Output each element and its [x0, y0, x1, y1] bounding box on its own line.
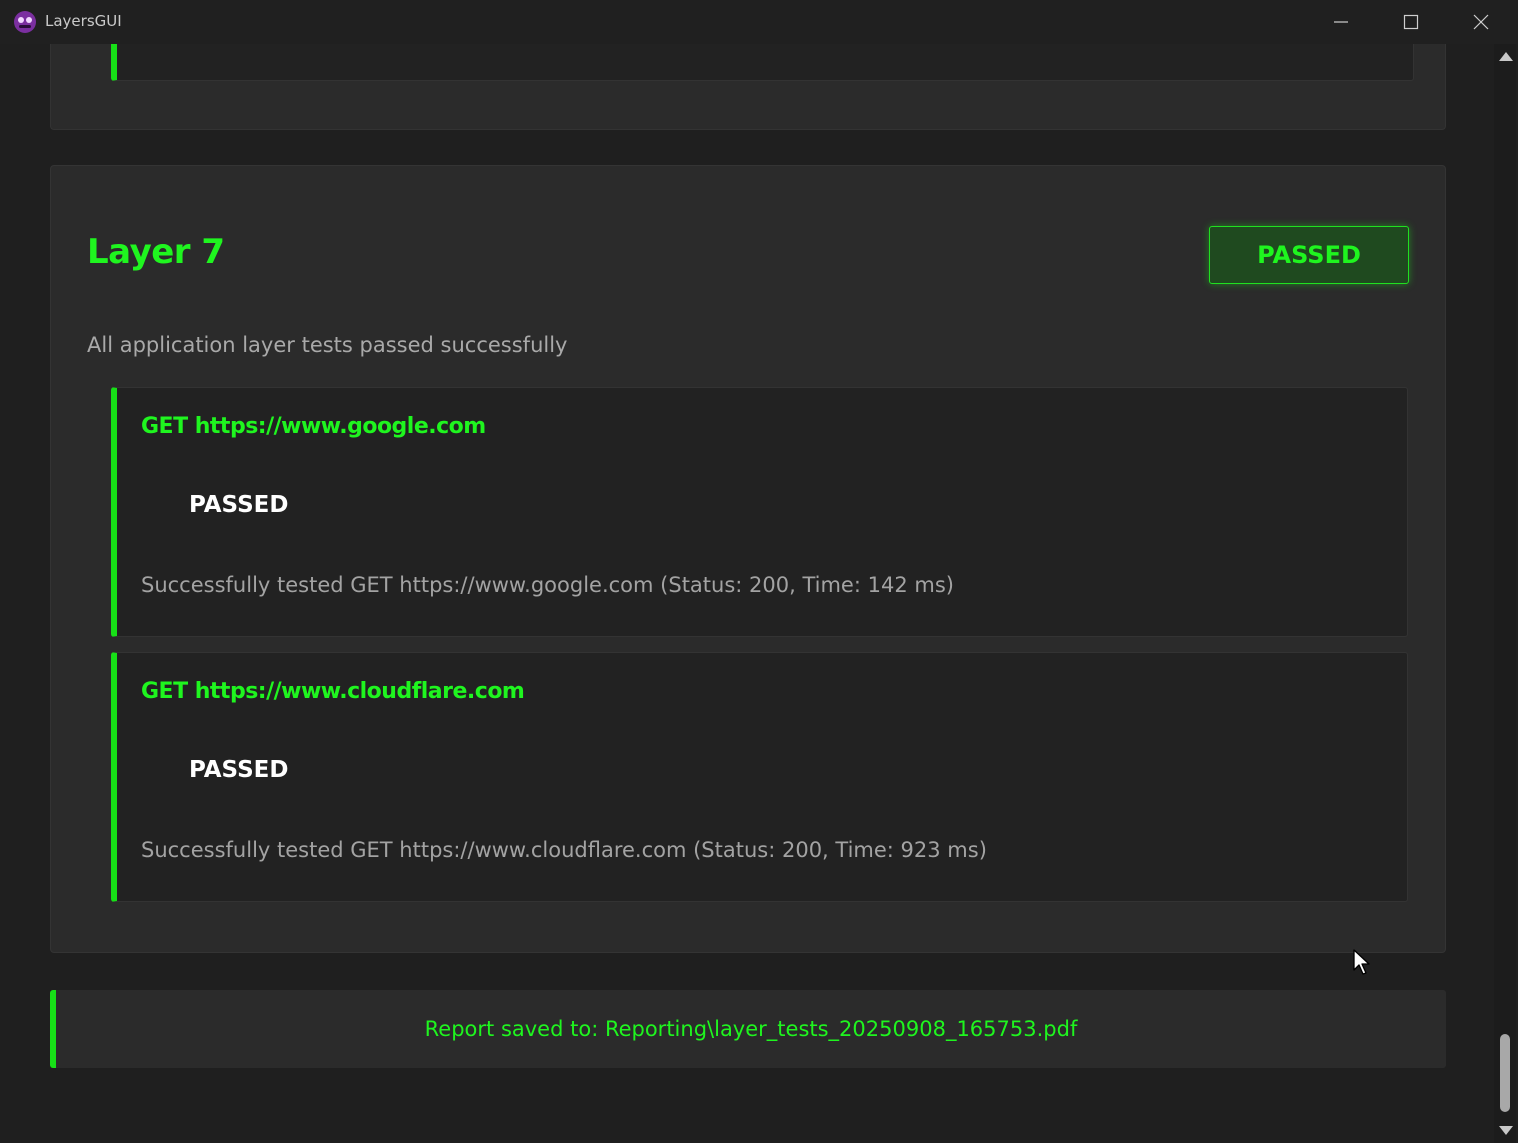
close-icon	[1473, 14, 1489, 30]
layer-description: All application layer tests passed succe…	[87, 333, 568, 357]
close-button[interactable]	[1446, 0, 1516, 44]
test-item: GET https://www.google.com PASSED Succes…	[111, 387, 1408, 637]
test-status: PASSED	[189, 492, 289, 518]
scroll-up-arrow-icon[interactable]	[1499, 52, 1513, 61]
maximize-button[interactable]	[1376, 0, 1446, 44]
mouse-cursor-icon	[1353, 949, 1370, 975]
window-title: LayersGUI	[45, 12, 122, 30]
test-detail: Successfully tested GET https://www.goog…	[141, 573, 954, 597]
layer-status-badge: PASSED	[1209, 226, 1409, 284]
layer-title: Layer 7	[87, 232, 225, 272]
report-saved-banner: Report saved to: Reporting\layer_tests_2…	[50, 990, 1446, 1068]
app-logo-icon	[14, 11, 36, 33]
scroll-down-arrow-icon[interactable]	[1499, 1126, 1513, 1135]
test-name: GET https://www.google.com	[141, 414, 486, 439]
previous-test-item	[111, 44, 1414, 81]
results-scroll-area[interactable]: Layer 7 PASSED All application layer tes…	[0, 44, 1494, 1143]
previous-layer-card	[50, 44, 1446, 130]
test-item: GET https://www.cloudflare.com PASSED Su…	[111, 652, 1408, 902]
title-bar[interactable]: LayersGUI	[0, 0, 1518, 44]
minimize-icon	[1334, 21, 1348, 23]
scrollbar-thumb[interactable]	[1500, 1034, 1510, 1112]
test-status: PASSED	[189, 757, 289, 783]
report-saved-message: Report saved to: Reporting\layer_tests_2…	[424, 1017, 1078, 1041]
vertical-scrollbar[interactable]	[1494, 44, 1516, 1143]
test-detail: Successfully tested GET https://www.clou…	[141, 838, 987, 862]
minimize-button[interactable]	[1306, 0, 1376, 44]
maximize-icon	[1403, 14, 1419, 30]
app-window: LayersGUI Layer 7 PASSED All application…	[0, 0, 1518, 1143]
layer-card: Layer 7 PASSED All application layer tes…	[50, 165, 1446, 953]
test-name: GET https://www.cloudflare.com	[141, 679, 525, 704]
